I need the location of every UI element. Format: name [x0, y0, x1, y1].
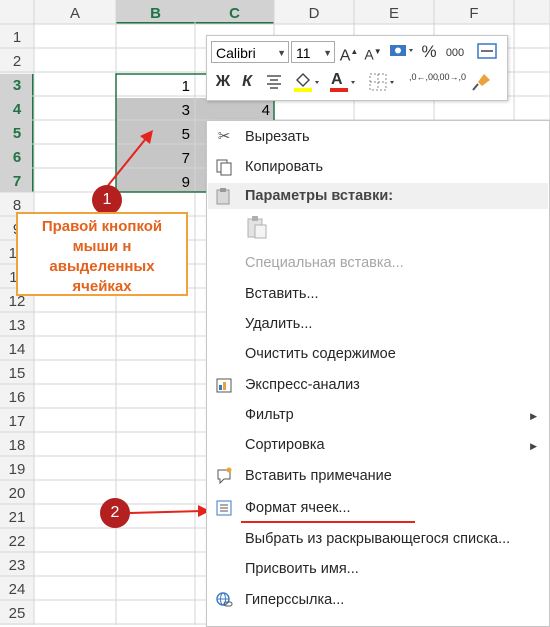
menu-item-filter[interactable]: Фильтр — [245, 407, 294, 423]
menu-item-pick-from-list[interactable]: Выбрать из раскрывающегося списка... — [245, 531, 510, 547]
row-header-1[interactable]: 1 — [13, 29, 21, 46]
accounting-format-button[interactable] — [387, 42, 415, 66]
callout-line: ячейках — [72, 278, 132, 295]
grow-font-button[interactable]: A▲ — [339, 42, 359, 66]
column-header-c[interactable]: C — [229, 5, 240, 22]
callout-line: мыши н — [72, 238, 132, 255]
row-header-22[interactable]: 22 — [9, 533, 26, 550]
cell-b4[interactable]: 3 — [150, 102, 190, 119]
decrease-decimal-button[interactable]: ,00→,0 — [437, 72, 466, 82]
align-center-button[interactable] — [263, 72, 285, 96]
row-header-14[interactable]: 14 — [9, 341, 26, 358]
font-color-button[interactable]: А — [327, 70, 357, 100]
row-header-7[interactable]: 7 — [13, 173, 21, 190]
menu-item-hyperlink[interactable]: Гиперссылка... — [245, 592, 344, 608]
shrink-font-button[interactable]: A▼ — [363, 42, 383, 65]
row-header-20[interactable]: 20 — [9, 485, 26, 502]
row-header-25[interactable]: 25 — [9, 605, 26, 622]
row-header-2[interactable]: 2 — [13, 53, 21, 70]
hyperlink-icon — [215, 591, 233, 609]
scissors-icon: ✂ — [217, 128, 231, 145]
menu-item-quick-analysis[interactable]: Экспресс-анализ — [245, 377, 360, 393]
row-header-3[interactable]: 3 — [13, 77, 21, 94]
row-header-5[interactable]: 5 — [13, 125, 21, 142]
thousands-separator-button[interactable]: 000 — [441, 43, 469, 63]
borders-button[interactable] — [367, 70, 397, 100]
row-header-4[interactable]: 4 — [13, 101, 22, 118]
font-name-value: Calibri — [216, 45, 256, 61]
format-painter-icon — [472, 74, 490, 91]
cell-c4[interactable]: 4 — [230, 102, 270, 119]
submenu-arrow-icon: ▶ — [530, 411, 537, 421]
row-header-17[interactable]: 17 — [9, 413, 26, 430]
menu-item-cut[interactable]: Вырезать — [245, 129, 310, 145]
menu-item-delete[interactable]: Удалить... — [245, 316, 312, 332]
row-header-21[interactable]: 21 — [9, 509, 26, 526]
column-header-f[interactable]: F — [469, 5, 478, 22]
column-header-b[interactable]: B — [150, 5, 161, 22]
wrap-text-icon — [477, 43, 497, 59]
chevron-down-icon: ▼ — [277, 48, 286, 58]
italic-button[interactable]: К — [237, 72, 257, 92]
shrink-font-label: A — [364, 46, 374, 63]
row-header-18[interactable]: 18 — [9, 437, 26, 454]
chevron-down-icon: ▼ — [323, 48, 332, 58]
fill-color-button[interactable] — [291, 70, 321, 100]
borders-icon — [369, 73, 394, 91]
menu-item-format-cells[interactable]: Формат ячеек... — [245, 500, 351, 516]
cell-b7[interactable]: 9 — [150, 174, 190, 191]
paste-option-button[interactable] — [245, 215, 269, 241]
cell-b6[interactable]: 7 — [150, 150, 190, 167]
bold-button[interactable]: Ж — [213, 72, 233, 92]
percent-button[interactable]: % — [419, 42, 439, 62]
column-header-d[interactable]: D — [309, 5, 320, 22]
format-painter-button[interactable] — [469, 72, 493, 98]
row-header-15[interactable]: 15 — [9, 365, 26, 382]
increase-decimal-button[interactable]: ,0←,00 — [409, 72, 438, 82]
row-header-6[interactable]: 6 — [13, 149, 21, 166]
menu-item-insert-comment[interactable]: Вставить примечание — [245, 468, 392, 484]
menu-item-sort[interactable]: Сортировка — [245, 437, 325, 453]
callout-line: Правой кнопкой — [41, 218, 163, 235]
row-header-24[interactable]: 24 — [9, 581, 26, 598]
menu-item-clear-contents[interactable]: Очистить содержимое — [245, 346, 396, 362]
cell-b3[interactable]: 1 — [150, 78, 190, 95]
align-center-icon — [267, 75, 281, 89]
step-badge-2: 2 — [100, 498, 130, 528]
step-badge-1: 1 — [92, 185, 122, 215]
cell-b5[interactable]: 5 — [150, 126, 190, 143]
column-header-e[interactable]: E — [389, 5, 399, 22]
quick-analysis-icon — [215, 376, 233, 394]
column-header-a[interactable]: A — [70, 5, 80, 22]
wrap-text-button[interactable] — [475, 42, 499, 66]
row-header-23[interactable]: 23 — [9, 557, 26, 574]
row-header-13[interactable]: 13 — [9, 317, 26, 334]
submenu-arrow-icon: ▶ — [530, 441, 537, 451]
format-cells-underline — [241, 521, 415, 523]
paste-options-header: Параметры вставки: — [245, 188, 394, 204]
font-name-combo[interactable]: Calibri ▼ — [211, 41, 289, 63]
font-size-combo[interactable]: 11 ▼ — [291, 41, 335, 63]
menu-item-copy[interactable]: Копировать — [245, 159, 323, 175]
mini-toolbar: Calibri ▼ 11 ▼ A▲ A▼ % 000 Ж К А ,0←,00 … — [206, 35, 508, 101]
menu-item-define-name[interactable]: Присвоить имя... — [245, 561, 359, 577]
context-menu: ✂ Вырезать Копировать Параметры вставки:… — [206, 120, 550, 627]
paste-icon — [215, 187, 233, 205]
menu-item-paste-special[interactable]: Специальная вставка... — [245, 255, 404, 271]
copy-icon — [215, 158, 233, 176]
format-cells-icon — [215, 499, 233, 517]
row-header-16[interactable]: 16 — [9, 389, 26, 406]
paint-bucket-icon — [294, 73, 319, 92]
font-size-value: 11 — [296, 45, 311, 61]
clipboard-icon — [247, 216, 267, 239]
menu-item-insert[interactable]: Вставить... — [245, 286, 319, 302]
grow-font-label: A — [339, 47, 351, 65]
comment-icon — [215, 467, 233, 485]
row-header-19[interactable]: 19 — [9, 461, 26, 478]
currency-icon — [390, 45, 413, 56]
font-color-letter: А — [331, 71, 343, 88]
callout-box: Правой кнопкой мыши н авыделенных ячейка… — [16, 212, 188, 296]
callout-line: авыделенных — [49, 258, 155, 275]
